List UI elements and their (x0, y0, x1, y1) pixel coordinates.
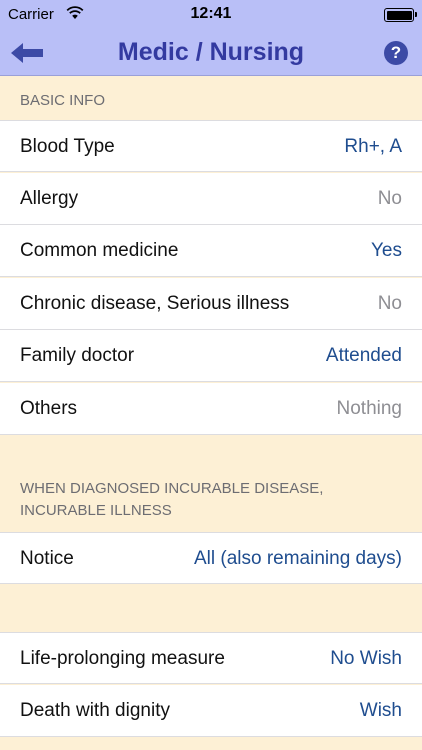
row-label: Death with dignity (20, 700, 170, 721)
row-label: Others (20, 398, 78, 419)
row-value: No (377, 293, 402, 314)
row-label: Life-prolonging measure (20, 648, 225, 669)
back-button[interactable] (8, 38, 46, 68)
row-label: Family doctor (20, 345, 135, 366)
row-label: Notice (20, 548, 74, 569)
row-value: Rh+, A (344, 136, 402, 157)
back-arrow-icon (11, 43, 43, 63)
row-family-doctor[interactable]: Family doctor Attended (0, 330, 422, 382)
row-label: Allergy (20, 188, 79, 209)
row-label: Common medicine (20, 240, 179, 261)
row-value: No (377, 188, 402, 209)
help-button[interactable]: ? (384, 41, 408, 65)
section-header-incurable-disease: WHEN DIAGNOSED INCURABLE DISEASE, INCURA… (0, 478, 422, 530)
row-life-prolonging-measure[interactable]: Life-prolonging measure No Wish (0, 632, 422, 684)
row-blood-type[interactable]: Blood Type Rh+, A (0, 120, 422, 172)
page-title: Medic / Nursing (117, 38, 305, 66)
row-label: Chronic disease, Serious illness (20, 293, 290, 314)
row-common-medicine[interactable]: Common medicine Yes (0, 225, 422, 277)
row-allergy[interactable]: Allergy No (0, 173, 422, 225)
row-value: Yes (371, 240, 402, 261)
row-value: No Wish (330, 648, 402, 669)
row-notice[interactable]: Notice All (also remaining days) (0, 532, 422, 584)
row-death-with-dignity[interactable]: Death with dignity Wish (0, 685, 422, 737)
row-label: Blood Type (20, 136, 115, 157)
status-bar: Carrier 12:41 (0, 0, 422, 30)
row-value: Nothing (336, 398, 403, 419)
status-time: 12:41 (190, 5, 232, 22)
section-header-line: WHEN DIAGNOSED INCURABLE DISEASE, (20, 480, 324, 497)
row-value: Wish (359, 700, 402, 721)
row-value: Attended (325, 345, 402, 366)
row-value: All (also remaining days) (193, 548, 402, 569)
navigation-bar: Medic / Nursing ? (0, 30, 422, 76)
section-header-basic-info: BASIC INFO (0, 90, 422, 120)
row-others[interactable]: Others Nothing (0, 383, 422, 435)
section-header-line: INCURABLE ILLNESS (20, 502, 172, 519)
section-spacer (0, 585, 422, 632)
section-header-label: BASIC INFO (20, 92, 106, 109)
battery-icon (384, 8, 417, 22)
help-icon: ? (390, 43, 402, 62)
row-chronic-disease[interactable]: Chronic disease, Serious illness No (0, 278, 422, 330)
